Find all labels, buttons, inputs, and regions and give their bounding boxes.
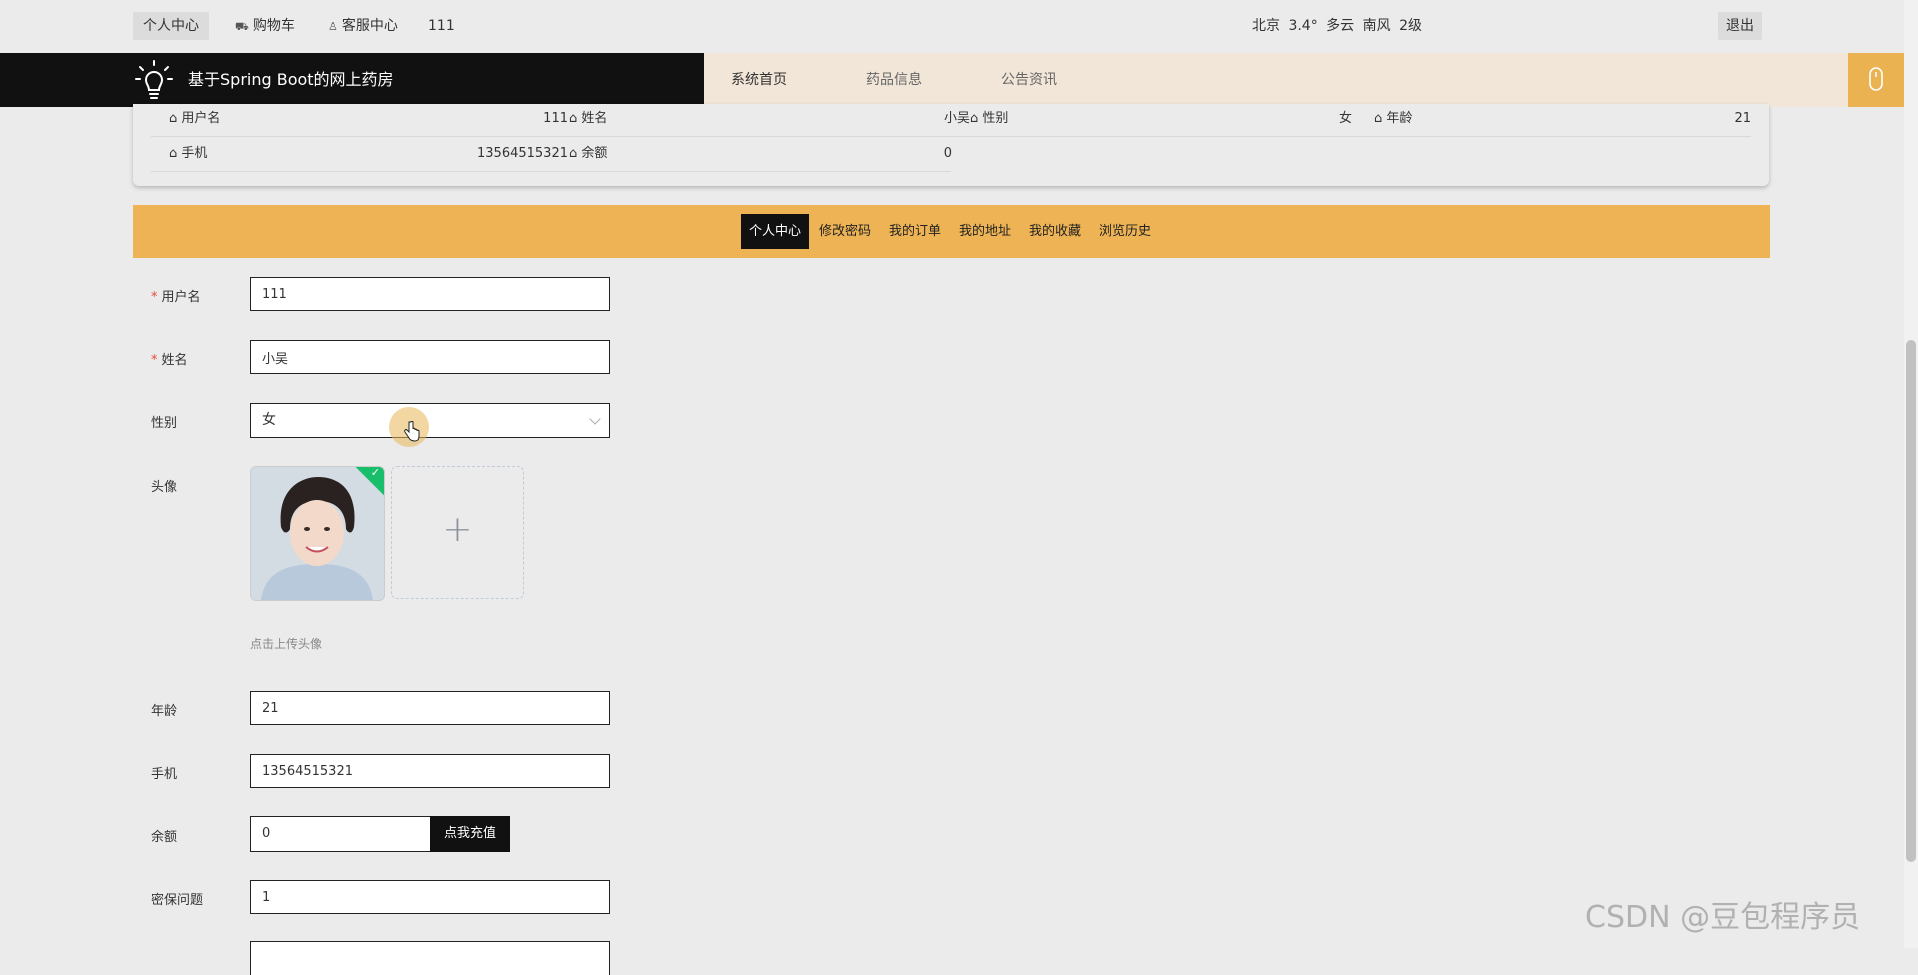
info-row: ⌂ 手机 13564515321 ⌂ 余额 0	[151, 137, 952, 172]
brand: 基于Spring Boot的网上药房	[0, 53, 704, 107]
logout-button[interactable]: 退出	[1718, 12, 1762, 40]
recharge-button[interactable]: 点我充值	[430, 816, 510, 852]
tab-my-orders[interactable]: 我的订单	[881, 214, 949, 249]
mouse-icon	[1869, 67, 1883, 91]
phone-label: 手机	[151, 767, 178, 782]
cart-icon: ⛟	[235, 20, 249, 33]
info-value-phone: 13564515321	[477, 146, 568, 161]
scrollbar-thumb[interactable]	[1906, 340, 1916, 862]
main-menu: 系统首页 药品信息 公告资讯	[704, 53, 1848, 107]
age-label: 年龄	[151, 704, 178, 719]
info-value-gender: 女	[1338, 111, 1352, 126]
tab-personal-center[interactable]: 个人中心	[741, 214, 810, 249]
user-icon: ♙	[328, 20, 338, 33]
info-label-phone: ⌂ 手机	[169, 146, 208, 161]
tab-change-password[interactable]: 修改密码	[811, 214, 879, 249]
upload-avatar-hint: 点击上传头像	[250, 637, 323, 651]
watermark: CSDN @豆包程序员	[1585, 900, 1861, 935]
info-value-age: 21	[1734, 111, 1751, 126]
site-title: 基于Spring Boot的网上药房	[188, 70, 394, 89]
gender-select[interactable]: 女	[250, 403, 610, 438]
info-label-balance: ⌂ 余额	[569, 146, 608, 161]
avatar-image[interactable]: ✓	[250, 466, 385, 601]
mouse-scroll-button[interactable]	[1848, 53, 1904, 107]
balance-label: 余额	[151, 830, 178, 845]
menu-news[interactable]: 公告资讯	[1001, 53, 1057, 107]
user-info-card: ⌂ 用户名 111 ⌂ 姓名 小吴 ⌂ 性别 女 ⌂ 年龄 21 ⌂ 手机 13…	[133, 104, 1769, 186]
personal-center-link[interactable]: 个人中心	[133, 12, 209, 40]
top-bar: 个人中心 ⛟ 购物车 ♙ 客服中心 111 北京 3.4° 多云 南风 2级 退出	[0, 0, 1918, 53]
age-input[interactable]	[250, 691, 610, 725]
balance-input[interactable]: 0	[250, 816, 430, 852]
name-label: * 姓名	[151, 353, 188, 368]
current-username: 111	[428, 18, 455, 34]
avatar-label: 头像	[151, 480, 178, 495]
info-label-gender: ⌂ 性别	[970, 111, 1009, 126]
check-icon: ✓	[370, 466, 380, 479]
customer-service-link[interactable]: ♙ 客服中心	[318, 12, 408, 40]
security-question-input[interactable]	[250, 880, 610, 914]
next-field-input[interactable]	[250, 941, 610, 975]
profile-tab-bar: 个人中心 修改密码 我的订单 我的地址 我的收藏 浏览历史	[133, 205, 1770, 258]
info-row: ⌂ 用户名 111 ⌂ 姓名 小吴 ⌂ 性别 女 ⌂ 年龄 21	[151, 104, 1751, 137]
name-input[interactable]	[250, 340, 610, 374]
info-value-balance: 0	[943, 146, 952, 161]
home-icon: ⌂	[569, 146, 578, 161]
tab-browse-history[interactable]: 浏览历史	[1091, 214, 1159, 249]
username-label: * 用户名	[151, 290, 201, 305]
info-value-name: 小吴	[943, 111, 970, 126]
menu-drugs[interactable]: 药品信息	[866, 53, 922, 107]
plus-icon: +	[442, 509, 473, 550]
home-icon: ⌂	[169, 111, 178, 126]
tab-my-address[interactable]: 我的地址	[951, 214, 1019, 249]
info-value-username: 111	[543, 111, 568, 126]
username-input[interactable]	[250, 277, 610, 311]
gender-selected-value: 女	[262, 412, 276, 428]
info-label-name: ⌂ 姓名	[569, 111, 608, 126]
avatar-photo	[251, 467, 384, 600]
cart-link[interactable]: ⛟ 购物车	[225, 12, 305, 40]
home-icon: ⌂	[970, 111, 979, 126]
menu-home[interactable]: 系统首页	[731, 53, 787, 107]
weather-text: 北京 3.4° 多云 南风 2级	[1252, 18, 1422, 34]
tab-my-favorites[interactable]: 我的收藏	[1021, 214, 1089, 249]
phone-input[interactable]	[250, 754, 610, 788]
gender-label: 性别	[151, 416, 178, 431]
lightbulb-logo-icon	[135, 60, 173, 99]
chevron-down-icon	[589, 413, 601, 425]
hand-cursor-icon	[404, 421, 420, 442]
main-navbar: 基于Spring Boot的网上药房 系统首页 药品信息 公告资讯	[0, 53, 1918, 107]
home-icon: ⌂	[1374, 111, 1383, 126]
info-label-username: ⌂ 用户名	[169, 111, 221, 126]
home-icon: ⌂	[169, 146, 178, 161]
security-question-label: 密保问题	[151, 893, 204, 908]
info-label-age: ⌂ 年龄	[1374, 111, 1413, 126]
home-icon: ⌂	[569, 111, 578, 126]
page-scrollbar[interactable]	[1904, 0, 1918, 948]
avatar-upload-button[interactable]: +	[391, 466, 524, 599]
